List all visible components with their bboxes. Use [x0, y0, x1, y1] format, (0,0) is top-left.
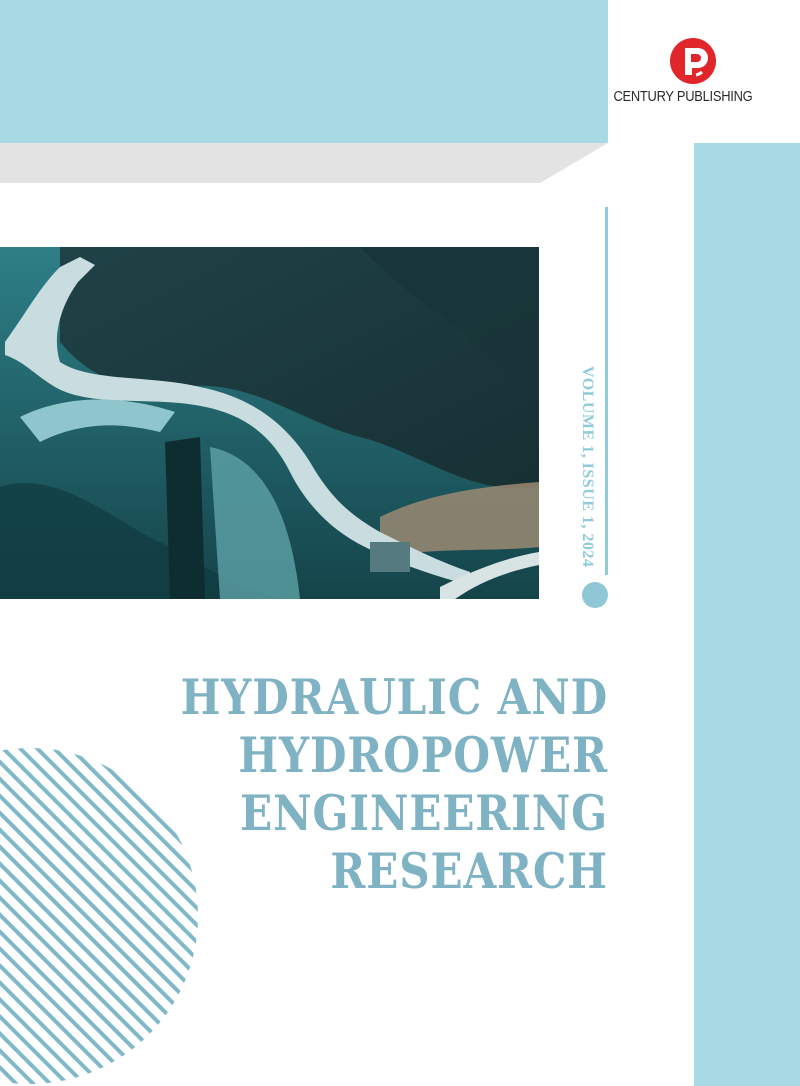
cp-logo-icon: [670, 38, 716, 84]
aerial-dam-photo: [0, 247, 539, 599]
publisher-logo: CENTURY PUBLISHING: [612, 36, 792, 116]
title-line-4: RESEARCH: [330, 842, 608, 900]
publisher-name: CENTURY PUBLISHING: [613, 88, 753, 105]
accent-dot: [582, 582, 608, 608]
title-line-1: HYDRAULIC AND: [180, 668, 608, 726]
title-line-2: HYDROPOWER: [238, 726, 608, 784]
title-line-3: ENGINEERING: [240, 784, 608, 842]
volume-divider-line: [605, 207, 608, 575]
cover-photo: [0, 247, 539, 599]
top-accent-band: [0, 0, 608, 143]
gray-shelf: [0, 143, 608, 183]
striped-circle-decoration: [0, 748, 198, 1084]
right-accent-band: [694, 143, 800, 1086]
volume-issue-label: VOLUME 1, ISSUE 1, 2024: [579, 366, 596, 568]
